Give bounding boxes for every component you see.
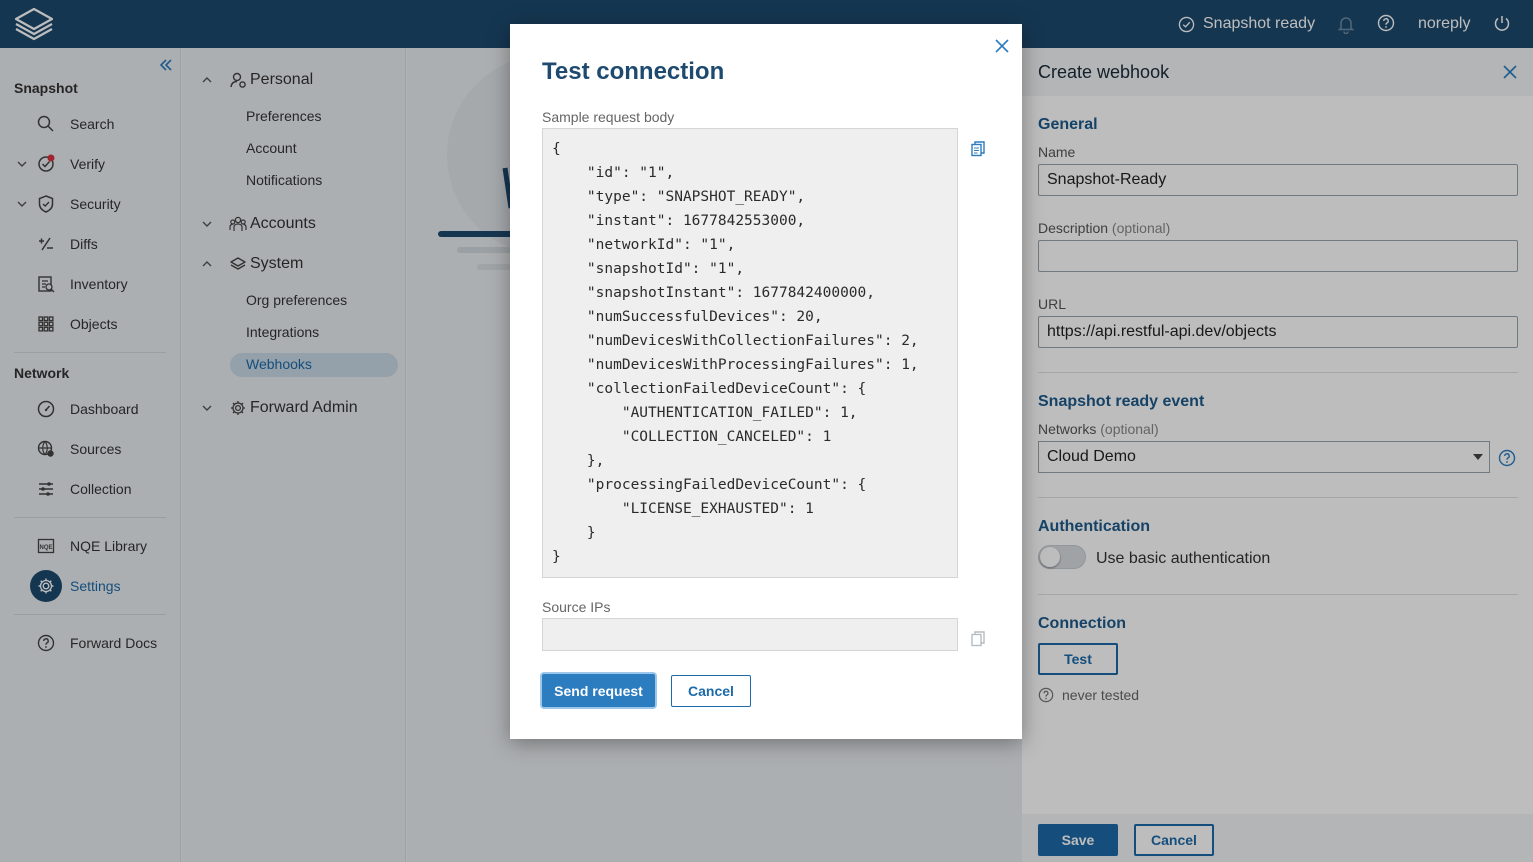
test-connection-dialog: Test connection Sample request body { "i… (510, 24, 1022, 739)
request-body-code: { "id": "1", "type": "SNAPSHOT_READY", "… (552, 141, 919, 565)
copy-icon (969, 630, 987, 648)
sample-request-body[interactable]: { "id": "1", "type": "SNAPSHOT_READY", "… (542, 128, 958, 578)
sample-request-body-label: Sample request body (542, 109, 675, 125)
send-request-button[interactable]: Send request (542, 674, 655, 707)
source-ips-field[interactable] (542, 618, 958, 651)
close-icon[interactable] (994, 38, 1010, 54)
copy-icon[interactable] (969, 140, 987, 158)
source-ips-label: Source IPs (542, 599, 611, 615)
cancel-button[interactable]: Cancel (671, 675, 751, 707)
dialog-title: Test connection (542, 58, 725, 85)
